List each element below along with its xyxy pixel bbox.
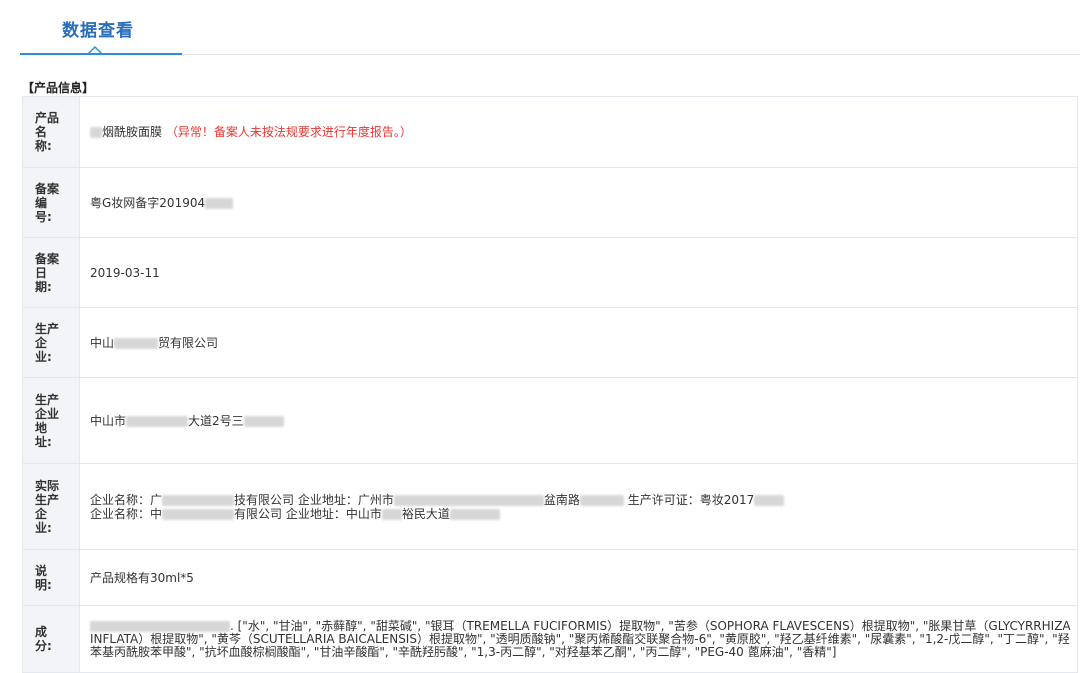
label-actual-manufacturer: 实际生产企业: (22, 463, 80, 550)
redacted-text (579, 494, 624, 506)
manufacturer-prefix: 中山 (90, 335, 115, 350)
enterprise-name-label: 企业名称：广 (90, 492, 163, 507)
value-record-date: 2019-03-11 (79, 237, 1078, 308)
row-ingredients: 成分: . ["水", "甘油", "赤藓醇", "甜菜碱", "银耳（TREM… (22, 605, 1078, 673)
value-manufacturer-address: 中山市 大道2号三 (79, 377, 1078, 464)
redacted-text (381, 508, 402, 520)
actual-manufacturer-line-2: 企业名称：中 有限公司 企业地址：中山市 裕民大道 (90, 507, 1077, 521)
value-record-no: 粤G妆网备字201904 (79, 167, 1078, 238)
enterprise-address-suffix: 盆南路 (543, 492, 580, 507)
row-product-name: 产品名称: 烟酰胺面膜 （异常！备案人未按法规要求进行年度报告。） (22, 96, 1078, 168)
row-record-date: 备案日期: 2019-03-11 (22, 237, 1078, 308)
row-record-no: 备案编号: 粤G妆网备字201904 (22, 167, 1078, 238)
tab-data-view[interactable]: 数据查看 (62, 16, 134, 41)
redacted-text (243, 415, 284, 427)
value-ingredients: . ["水", "甘油", "赤藓醇", "甜菜碱", "银耳（TREMELLA… (79, 605, 1078, 673)
ingredients-text: . ["水", "甘油", "赤藓醇", "甜菜碱", "银耳（TREMELLA… (90, 618, 1071, 659)
caret-up-icon (88, 46, 102, 53)
enterprise-address-label: 企业地址：广州市 (297, 492, 394, 507)
active-tab-underline (20, 53, 182, 55)
section-title: 【产品信息】 (22, 81, 95, 95)
enterprise-name-suffix: 技有限公司 (234, 492, 295, 507)
enterprise-address-label: 企业地址：中山市 (285, 506, 382, 521)
label-record-no: 备案编号: (22, 167, 80, 238)
tab-divider (182, 54, 1080, 55)
redacted-text (393, 494, 544, 506)
label-description: 说明: (22, 549, 80, 606)
actual-manufacturer-line-1: 企业名称：广 技有限公司 企业地址：广州市 盆南路 生产许可证：粤妆2017 (90, 493, 1077, 507)
label-manufacturer: 生产企业: (22, 307, 80, 378)
address-mid: 大道2号三 (188, 413, 244, 428)
value-manufacturer: 中山 贸有限公司 (79, 307, 1078, 378)
redacted-text (205, 197, 234, 209)
anomaly-warning: （异常！备案人未按法规要求进行年度报告。） (165, 125, 412, 139)
redacted-text (126, 415, 189, 427)
product-info-table: 产品名称: 烟酰胺面膜 （异常！备案人未按法规要求进行年度报告。） 备案编号: … (22, 96, 1078, 673)
redacted-text (114, 337, 159, 349)
redacted-text (90, 620, 230, 632)
row-manufacturer-address: 生产企业地址: 中山市 大道2号三 (22, 377, 1078, 464)
value-actual-manufacturer: 企业名称：广 技有限公司 企业地址：广州市 盆南路 生产许可证：粤妆2017 企业名… (79, 463, 1078, 550)
row-manufacturer: 生产企业: 中山 贸有限公司 (22, 307, 1078, 378)
record-no-text: 粤G妆网备字201904 (90, 195, 206, 210)
redacted-text (754, 494, 785, 506)
redacted-text (90, 127, 102, 138)
product-name-text: 烟酰胺面膜 (102, 125, 163, 139)
manufacturer-suffix: 贸有限公司 (158, 335, 219, 350)
redacted-text (162, 494, 235, 506)
value-description: 产品规格有30ml*5 (79, 549, 1078, 606)
enterprise-name-suffix: 有限公司 (234, 506, 283, 521)
label-ingredients: 成分: (22, 605, 80, 673)
license-label: 生产许可证：粤妆2017 (627, 492, 755, 507)
value-product-name: 烟酰胺面膜 （异常！备案人未按法规要求进行年度报告。） (79, 96, 1078, 168)
description-text: 产品规格有30ml*5 (90, 570, 194, 585)
redacted-text (162, 508, 235, 520)
enterprise-name-label: 企业名称：中 (90, 506, 163, 521)
row-actual-manufacturer: 实际生产企业: 企业名称：广 技有限公司 企业地址：广州市 盆南路 生产许可证：粤妆… (22, 463, 1078, 550)
row-description: 说明: 产品规格有30ml*5 (22, 549, 1078, 606)
address-prefix: 中山市 (90, 413, 127, 428)
redacted-text (449, 508, 500, 520)
enterprise-address-suffix: 裕民大道 (401, 506, 450, 521)
tab-bar: 数据查看 (0, 0, 1080, 56)
record-date-text: 2019-03-11 (90, 265, 160, 280)
label-record-date: 备案日期: (22, 237, 80, 308)
label-product-name: 产品名称: (22, 96, 80, 168)
label-manufacturer-address: 生产企业地址: (22, 377, 80, 464)
